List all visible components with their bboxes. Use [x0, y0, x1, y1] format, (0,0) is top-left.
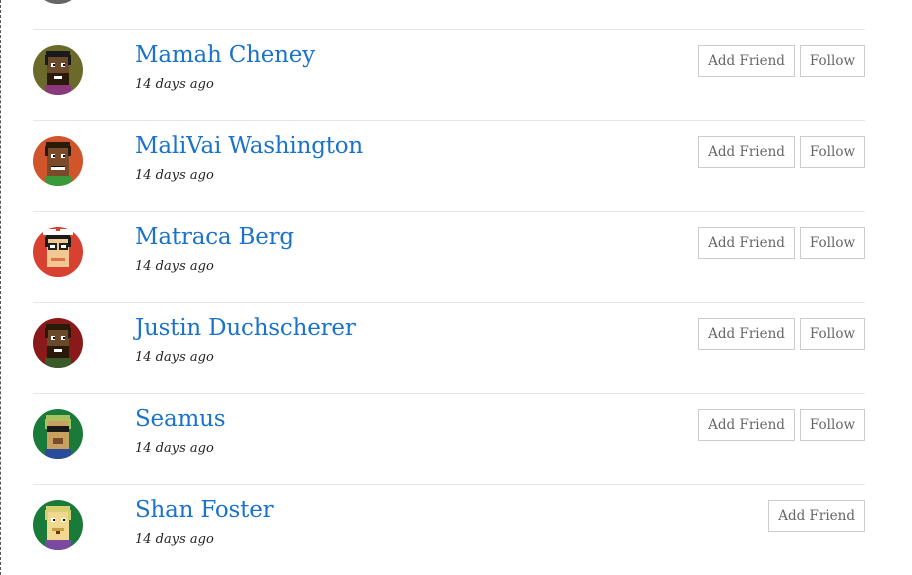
- member-row: Shan Foster 14 days ago Add Friend: [33, 485, 865, 575]
- follow-button[interactable]: Follow: [799, 136, 865, 168]
- avatar-hair: [46, 324, 70, 330]
- member-name-link[interactable]: Seamus: [135, 404, 226, 434]
- avatar-hair-side-left: [45, 146, 48, 156]
- member-actions: Add Friend Follow: [698, 318, 865, 350]
- last-active-text: 14 days ago: [135, 532, 214, 547]
- avatar-hair-side-left: [45, 328, 48, 338]
- member-avatar[interactable]: [33, 409, 83, 459]
- avatar-pupil-right: [63, 64, 65, 66]
- avatar-shirt: [45, 540, 71, 550]
- last-active-text: 14 days ago: [135, 350, 214, 365]
- avatar-lip: [51, 166, 65, 167]
- member-avatar[interactable]: [33, 227, 83, 277]
- follow-button[interactable]: Follow: [799, 318, 865, 350]
- member-row: Justin Duchscherer 14 days ago Add Friend F…: [33, 303, 865, 394]
- avatar-image: [33, 318, 83, 368]
- avatar-shirt: [45, 85, 71, 95]
- last-active-text: 14 days ago: [135, 259, 214, 274]
- avatar-mouth: [51, 258, 65, 261]
- avatar-image: [33, 136, 83, 186]
- avatar-hair: [46, 142, 70, 148]
- last-active-text: 14 days ago: [135, 168, 214, 183]
- avatar-pupil-left: [53, 337, 55, 339]
- follow-button[interactable]: Follow: [799, 45, 865, 77]
- member-actions: Add Friend Follow: [698, 136, 865, 168]
- member-avatar[interactable]: [33, 0, 83, 4]
- avatar-mustache: [52, 528, 64, 531]
- avatar-pupil-left: [53, 155, 55, 157]
- avatar-hair-side-right: [68, 146, 71, 156]
- last-active-text: 14 days ago: [135, 77, 214, 92]
- add-friend-button[interactable]: Add Friend: [698, 227, 795, 259]
- member-name-link[interactable]: Shan Foster: [135, 495, 274, 525]
- avatar-hair-side-right: [68, 237, 71, 247]
- member-name-link[interactable]: Mamah Cheney: [135, 40, 315, 70]
- avatar-shirt: [45, 449, 71, 459]
- member-avatar[interactable]: [33, 45, 83, 95]
- avatar-pupil-right: [63, 155, 65, 157]
- add-friend-button[interactable]: Add Friend: [698, 45, 795, 77]
- member-name-link[interactable]: Justin Duchscherer: [135, 313, 356, 343]
- avatar-teeth: [54, 349, 62, 352]
- avatar-mouth: [56, 531, 60, 534]
- avatar-hair: [46, 415, 70, 421]
- avatar-hair-side-left: [45, 55, 48, 65]
- member-avatar[interactable]: [33, 500, 83, 550]
- member-row: Seamus 14 days ago Add Friend Follow: [33, 394, 865, 485]
- avatar-hair: [46, 51, 70, 57]
- avatar-image: [33, 409, 83, 459]
- avatar-hair-side-right: [68, 328, 71, 338]
- avatar-face: [47, 510, 69, 540]
- members-page: 14 days agoAdd FriendFollowMamah Cheney1…: [0, 0, 912, 575]
- avatar-shirt: [45, 267, 71, 277]
- member-row: Mamah Cheney 14 days ago Add Friend Follow: [33, 30, 865, 121]
- avatar-beard: [53, 438, 63, 444]
- avatar-lens-right: [61, 245, 66, 248]
- avatar-pupil-left: [53, 64, 55, 66]
- member-row: 14 days agoAdd FriendFollow: [33, 0, 865, 30]
- add-friend-button[interactable]: Add Friend: [698, 136, 795, 168]
- avatar-face: [47, 237, 69, 267]
- member-list: 14 days agoAdd FriendFollowMamah Cheney1…: [33, 0, 865, 575]
- member-avatar[interactable]: [33, 318, 83, 368]
- avatar-image: [33, 45, 83, 95]
- avatar-hair-side-left: [45, 510, 48, 520]
- avatar-shirt: [45, 0, 71, 4]
- left-border: [0, 0, 1, 575]
- avatar-hat-cross: [56, 227, 60, 231]
- last-active-text: 14 days ago: [135, 0, 214, 3]
- follow-button[interactable]: Follow: [799, 227, 865, 259]
- avatar-image: [33, 500, 83, 550]
- avatar-lens-left: [50, 245, 55, 248]
- avatar-sunglasses: [47, 426, 69, 432]
- avatar-shirt: [45, 358, 71, 368]
- add-friend-button[interactable]: Add Friend: [698, 409, 795, 441]
- member-actions: Add Friend: [768, 500, 865, 532]
- avatar-pupil-right: [63, 519, 65, 521]
- last-active-text: 14 days ago: [135, 441, 214, 456]
- add-friend-button[interactable]: Add Friend: [698, 318, 795, 350]
- avatar-hair-side-right: [68, 55, 71, 65]
- member-actions: Add Friend Follow: [698, 45, 865, 77]
- member-row: MaliVai Washington 14 days ago Add Friend F…: [33, 121, 865, 212]
- avatar-shirt: [45, 176, 71, 186]
- avatar-hair-side-left: [45, 237, 48, 247]
- follow-button[interactable]: Follow: [799, 409, 865, 441]
- member-row: Matraca Berg 14 days ago Add Friend Follow: [33, 212, 865, 303]
- member-actions: Add Friend Follow: [698, 409, 865, 441]
- avatar-pupil-left: [53, 519, 55, 521]
- avatar-pupil-right: [63, 337, 65, 339]
- avatar-teeth: [54, 76, 62, 79]
- add-friend-button[interactable]: Add Friend: [768, 500, 865, 532]
- member-name-link[interactable]: MaliVai Washington: [135, 131, 363, 161]
- avatar-image: [33, 227, 83, 277]
- avatar-hair-side-right: [68, 510, 71, 520]
- avatar-image: [33, 0, 83, 4]
- member-avatar[interactable]: [33, 136, 83, 186]
- member-actions: Add Friend Follow: [698, 227, 865, 259]
- avatar-hair: [46, 506, 70, 512]
- avatar-face: [47, 419, 69, 449]
- avatar-face: [47, 146, 69, 176]
- member-name-link[interactable]: Matraca Berg: [135, 222, 294, 252]
